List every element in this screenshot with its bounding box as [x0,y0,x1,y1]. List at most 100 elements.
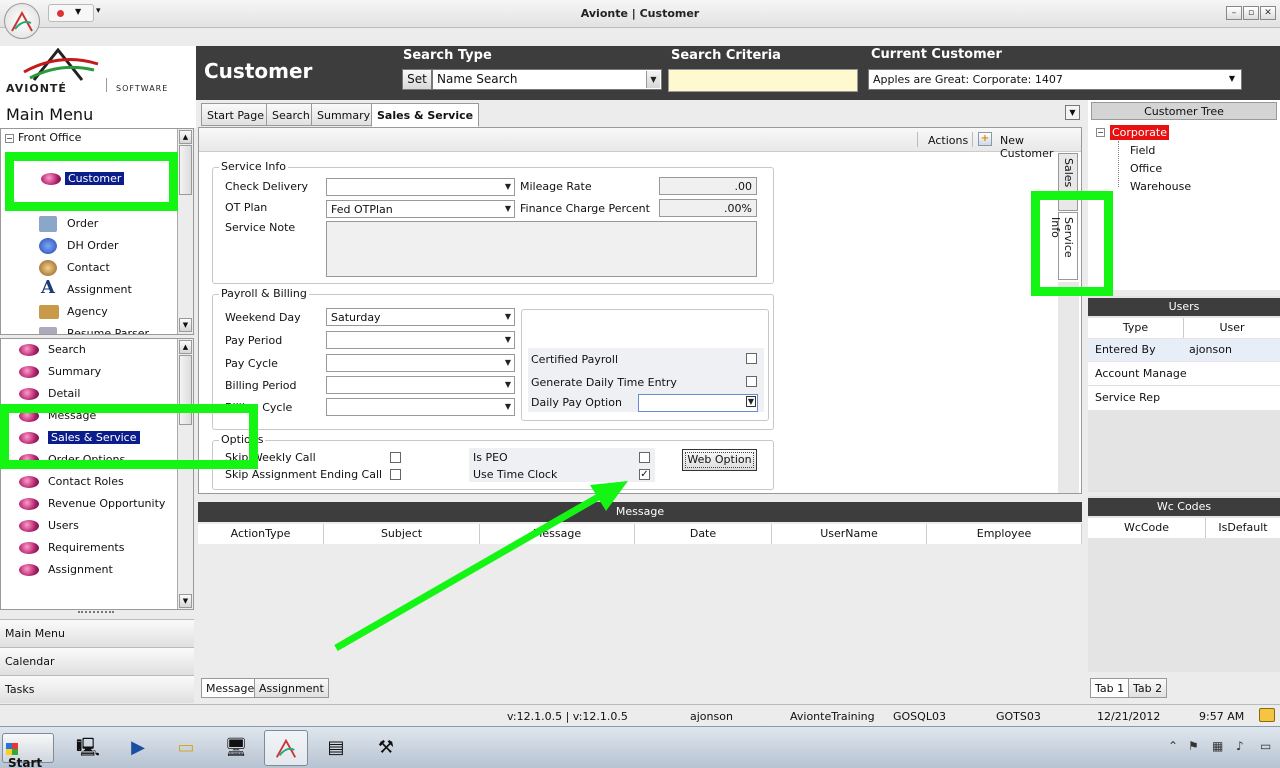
tree-item-assignment[interactable]: A Assignment [39,279,132,299]
scroll-down-icon[interactable]: ▼ [179,318,192,332]
users-column-type[interactable]: Type [1088,318,1184,338]
tab-start-page[interactable]: Start Page [201,103,270,126]
column-header-employee[interactable]: Employee [927,524,1082,544]
current-customer-select[interactable]: Apples are Great: Corporate: 1407 ▼ [868,69,1242,90]
scroll-down-icon[interactable]: ▼ [179,594,192,608]
submenu-item-requirements[interactable]: Requirements [19,539,124,557]
start-button[interactable]: Start [2,733,54,768]
chevron-down-icon[interactable]: ▼ [505,182,511,191]
maximize-button[interactable]: ▫ [1243,6,1259,20]
use-time-clock-checkbox[interactable]: ✓ [639,469,650,480]
pay-period-select[interactable]: ▼ [326,331,515,349]
set-button[interactable]: Set [402,69,432,90]
tree-node-corporate[interactable]: Corporate [1110,125,1169,140]
tree-item-contact[interactable]: Contact [39,259,110,277]
flag-icon[interactable]: ⚑ [1188,739,1199,753]
remote-desktop-icon[interactable]: 🖥 [214,730,258,766]
submenu-item-users[interactable]: Users [19,517,79,535]
chevron-down-icon[interactable]: ▼ [745,396,756,407]
tab-sales-service[interactable]: Sales & Service [371,103,480,127]
bottom-tab-assignment[interactable]: Assignment [254,678,329,698]
tree-item-agency[interactable]: Agency [39,303,108,321]
column-header-subject[interactable]: Subject [324,524,480,544]
nav-tasks[interactable]: Tasks [0,675,194,703]
submenu-scrollbar[interactable]: ▲ ▼ [177,339,193,609]
show-hidden-icons-icon[interactable]: ⌃ [1168,739,1178,753]
tree-root-front-office[interactable]: − Front Office [5,129,81,147]
chevron-down-icon[interactable]: ▼ [75,7,81,16]
new-customer-button[interactable]: + New Customer [978,131,1080,160]
wc-column-isdefault[interactable]: IsDefault [1206,518,1280,538]
collapse-icon[interactable]: − [1096,128,1105,137]
users-column-user[interactable]: User [1184,318,1280,338]
scroll-up-icon[interactable]: ▲ [179,130,192,144]
submenu-item-detail[interactable]: Detail [19,385,80,403]
app-menu-button[interactable] [4,3,40,39]
column-header-message[interactable]: Message [480,524,635,544]
tab-summary[interactable]: Summary [311,103,377,126]
web-option-button[interactable]: Web Option [682,449,757,471]
tree-node-field[interactable]: Field [1130,144,1155,157]
search-criteria-input[interactable] [668,69,858,92]
bottom-tab-message[interactable]: Message [201,678,260,698]
submenu-item-assignment[interactable]: Assignment [19,561,113,579]
actions-button[interactable]: Actions [928,134,968,147]
users-row[interactable]: Service Rep [1088,386,1280,410]
skip-weekly-checkbox[interactable] [390,452,401,463]
desktop-icon[interactable]: ▭ [1260,739,1271,753]
submenu-item-search[interactable]: Search [19,341,86,359]
ot-plan-select[interactable]: Fed OTPlan ▼ [326,200,515,218]
generate-daily-checkbox[interactable] [746,376,757,387]
nav-main-menu[interactable]: Main Menu [0,619,194,647]
billing-cycle-select[interactable]: ▼ [326,398,515,416]
billing-period-select[interactable]: ▼ [326,376,515,394]
is-peo-checkbox[interactable] [639,452,650,463]
pay-cycle-select[interactable]: ▼ [326,354,515,372]
certified-payroll-checkbox[interactable] [746,353,757,364]
right-tab-1[interactable]: Tab 1 [1090,678,1130,698]
quick-access-toolbar[interactable]: ▼ [48,4,94,22]
chevron-down-icon[interactable]: ▼ [505,204,511,213]
tree-item-resume-parser[interactable]: Resume Parser [39,325,149,334]
tree-scrollbar[interactable]: ▲ ▼ [177,129,193,334]
column-header-date[interactable]: Date [635,524,772,544]
scroll-up-icon[interactable]: ▲ [179,340,192,354]
submenu-item-revenue-opportunity[interactable]: Revenue Opportunity [19,495,165,513]
wc-column-wccode[interactable]: WcCode [1088,518,1206,538]
tree-item-dh-order[interactable]: DH Order [39,237,119,255]
check-delivery-select[interactable]: ▼ [326,178,515,196]
chevron-down-icon[interactable]: ▼ [505,402,511,411]
chevron-down-icon[interactable]: ▼ [505,380,511,389]
volume-icon[interactable]: ♪ [1236,739,1244,753]
right-tab-2[interactable]: Tab 2 [1128,678,1168,698]
scroll-thumb[interactable] [179,145,192,195]
tab-list-dropdown-icon[interactable]: ▼ [1065,105,1080,120]
document-icon[interactable]: ▤ [314,730,358,766]
search-type-select[interactable]: Name Search ▼ [432,69,662,90]
network-icon[interactable]: ▦ [1212,739,1223,753]
minimize-button[interactable]: – [1226,6,1242,20]
notification-icon[interactable] [1259,708,1275,722]
chevron-down-icon[interactable]: ▼ [646,71,660,88]
collapse-icon[interactable]: − [5,134,14,143]
chevron-down-icon[interactable]: ▼ [505,312,511,321]
tab-search[interactable]: Search [266,103,316,126]
chevron-down-icon[interactable]: ▼ [505,358,511,367]
tree-node-office[interactable]: Office [1130,162,1162,175]
tree-node-warehouse[interactable]: Warehouse [1130,180,1191,193]
column-header-username[interactable]: UserName [772,524,927,544]
nav-calendar[interactable]: Calendar [0,647,194,675]
splitter-grip[interactable] [78,611,114,615]
daily-pay-option-select[interactable]: ▼ [638,394,758,412]
column-header-actiontype[interactable]: ActionType [198,524,324,544]
submenu-item-summary[interactable]: Summary [19,363,101,381]
service-note-textarea[interactable] [326,221,757,277]
finance-charge-input[interactable]: .00% [659,199,757,217]
customize-icon[interactable]: ▾ [96,6,101,16]
folder-icon[interactable]: ▭ [164,730,208,766]
avionte-taskbar-icon[interactable] [264,730,308,766]
mileage-rate-input[interactable]: .00 [659,177,757,195]
server-manager-icon[interactable]: 🖳 [66,730,110,766]
users-row[interactable]: Entered By ajonson [1088,339,1280,361]
weekend-day-select[interactable]: Saturday ▼ [326,308,515,326]
